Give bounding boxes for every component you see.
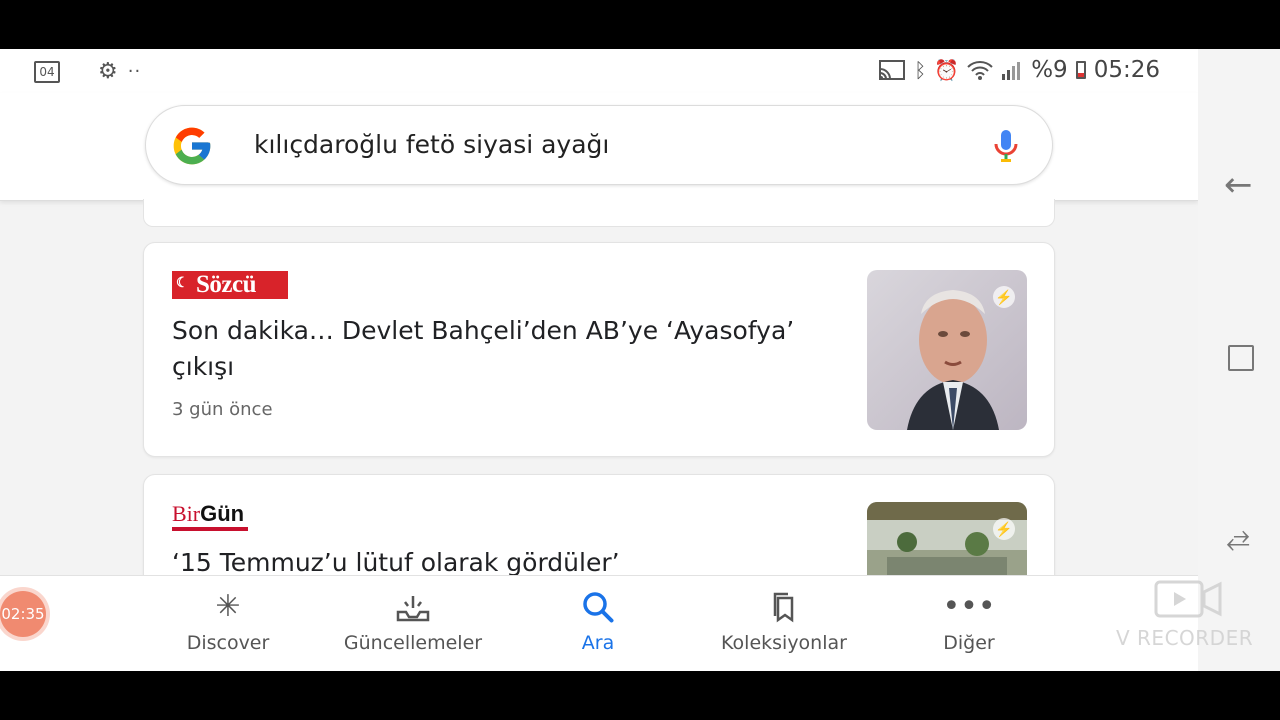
birgun-logo: BirGün [172, 503, 249, 531]
more-icon: ••• [942, 589, 996, 624]
signal-icon [1002, 62, 1021, 80]
watermark-text: V RECORDER [1116, 626, 1254, 650]
status-bar: 04 ⚙ ·· ᛒ ⏰ %9 05:26 [0, 49, 1198, 93]
previous-result-card[interactable] [143, 199, 1055, 227]
recent-apps-icon[interactable] [1228, 345, 1254, 371]
result-thumbnail[interactable]: ⚡ [867, 270, 1027, 430]
search-bar[interactable]: kılıçdaroğlu fetö siyasi ayağı [145, 105, 1053, 185]
clock: 05:26 [1093, 57, 1160, 83]
nav-label: Diğer [943, 632, 995, 654]
calendar-icon: 04 [34, 60, 60, 83]
search-input[interactable]: kılıçdaroğlu fetö siyasi ayağı [254, 130, 609, 159]
cast-icon [879, 60, 906, 80]
result-title[interactable]: Son dakika… Devlet Bahçeli’den AB’ye ‘Ay… [172, 313, 812, 385]
microphone-icon[interactable] [992, 128, 1020, 166]
phone-screen: 04 ⚙ ·· ᛒ ⏰ %9 05:26 kılıçdaroğlu fetö s… [0, 49, 1198, 671]
bookmarks-icon [773, 592, 794, 623]
back-arrow-icon[interactable]: ← [1224, 165, 1253, 205]
recording-timer-bubble[interactable]: 02:35 [0, 591, 46, 637]
nav-discover[interactable]: ✳ Discover [138, 588, 318, 654]
news-result-card[interactable]: ☾ Sözcü Son dakika… Devlet Bahçeli’den AB… [143, 242, 1055, 457]
amp-lightning-icon: ⚡ [993, 518, 1015, 540]
nav-search[interactable]: Ara [508, 588, 688, 654]
bluetooth-icon: ᛒ [914, 58, 927, 82]
recorder-watermark: V RECORDER [1116, 578, 1266, 658]
bottom-navigation: ✳ Discover Güncellemeler Ara Koleksiyonl… [0, 575, 1198, 671]
nav-collections[interactable]: Koleksiyonlar [694, 588, 874, 654]
recents-switch-icon[interactable]: ⥄ [1226, 519, 1250, 554]
video-recorder-icon [1154, 580, 1222, 618]
alarm-icon: ⏰ [934, 58, 960, 82]
letterbox-top [0, 0, 1280, 49]
battery-icon [1075, 61, 1086, 79]
letterbox-bottom [0, 671, 1280, 720]
nav-updates[interactable]: Güncellemeler [323, 588, 503, 654]
battery-percent: %9 [1031, 57, 1068, 83]
wifi-icon [967, 61, 993, 80]
flag-icon: ☾ [176, 276, 189, 291]
more-notifications-icon: ·· [127, 61, 142, 82]
nav-label: Güncellemeler [343, 632, 483, 654]
sozcu-logo: ☾ Sözcü [172, 271, 288, 299]
gear-icon: ⚙ [98, 59, 118, 84]
inbox-updates-icon [396, 596, 430, 622]
nav-label: Ara [581, 632, 615, 654]
asterisk-icon: ✳ [215, 589, 241, 624]
search-header: kılıçdaroğlu fetö siyasi ayağı [0, 93, 1198, 201]
search-icon [583, 592, 614, 623]
nav-more[interactable]: ••• Diğer [879, 588, 1059, 654]
nav-label: Koleksiyonlar [721, 632, 847, 654]
amp-lightning-icon: ⚡ [993, 286, 1015, 308]
result-timestamp: 3 gün önce [172, 399, 273, 420]
nav-label: Discover [186, 632, 270, 654]
google-logo-icon[interactable] [170, 124, 214, 168]
